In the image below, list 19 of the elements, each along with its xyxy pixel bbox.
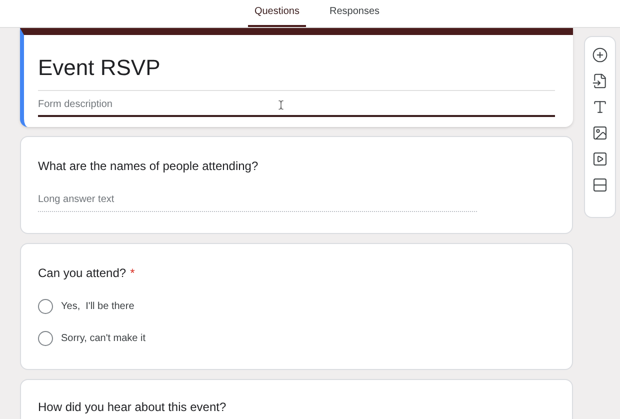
form-title: Event RSVP [38,51,555,91]
required-mark: * [130,265,135,282]
image-icon[interactable] [592,125,608,141]
question-title: How did you hear about this event? [38,399,226,416]
question-title: Can you attend? [38,265,126,282]
radio-button[interactable] [38,299,53,314]
text-icon[interactable] [592,99,608,115]
question-title: What are the names of people attending? [38,158,258,175]
option-label: Yes, I'll be there [61,300,134,314]
description-field[interactable]: Form description [38,97,555,117]
add-circle-icon[interactable] [592,47,608,63]
option-label: Sorry, can't make it [61,332,146,346]
file-import-icon[interactable] [592,73,608,89]
answer-field: Long answer text [38,192,477,212]
video-icon[interactable] [592,151,608,167]
section-icon[interactable] [592,177,608,193]
tab[interactable]: Responses [324,4,386,27]
text-cursor-icon [276,99,286,111]
radio-button[interactable] [38,331,53,346]
